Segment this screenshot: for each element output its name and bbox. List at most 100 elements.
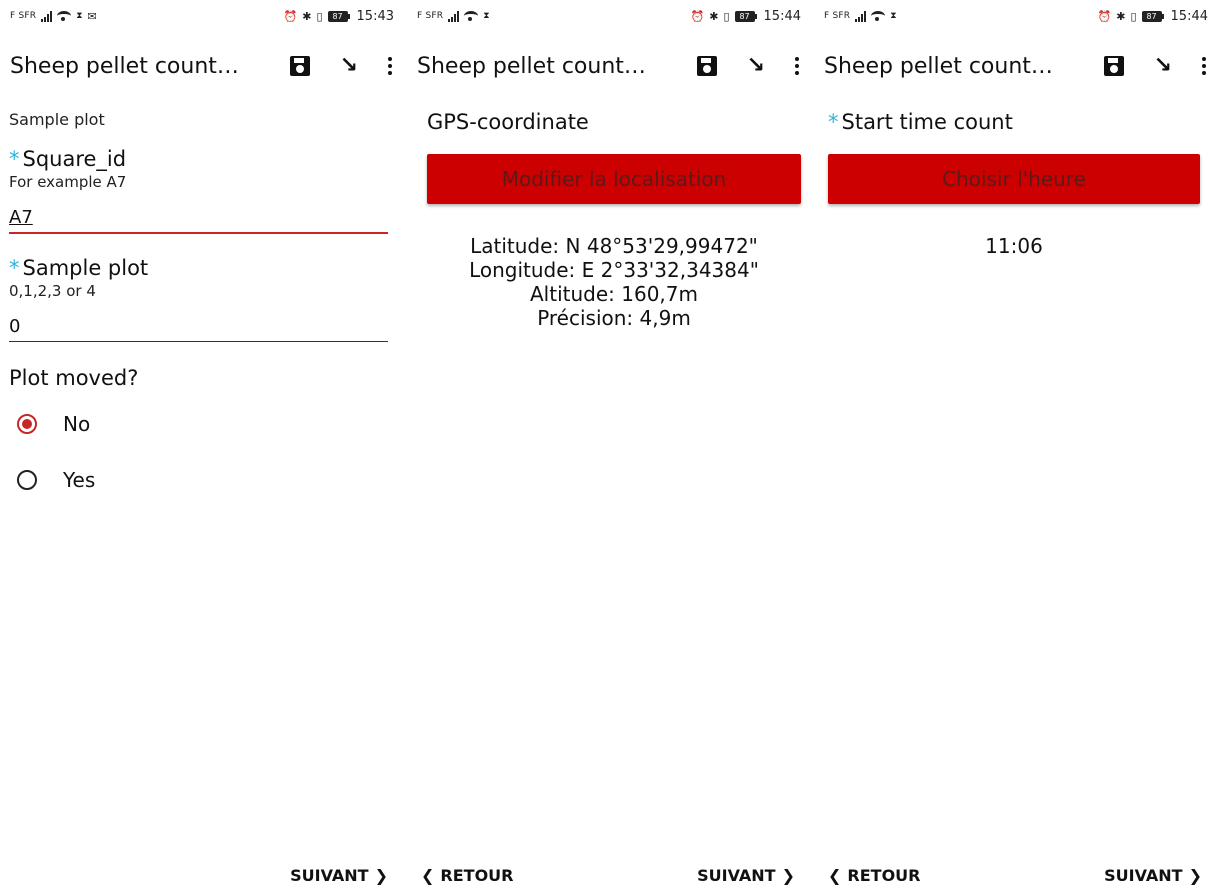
modify-location-button[interactable]: Modifier la localisation — [427, 154, 801, 204]
chevron-left-icon: ❮ — [828, 865, 842, 885]
app-bar: Sheep pellet count… ↘ — [407, 40, 813, 92]
radio-checked-icon[interactable] — [17, 414, 37, 434]
question-square-id: * Square_id For example A7 A7 — [9, 147, 388, 234]
question-sample-plot: * Sample plot 0,1,2,3 or 4 0 — [9, 256, 388, 342]
screens: F SFR ⧗ ✉ ⏰ ✱ ▯ 87 15:43 Sheep pellet co… — [0, 0, 1220, 888]
next-button[interactable]: SUIVANT ❯ — [290, 866, 388, 885]
alarm-icon: ⏰ — [690, 9, 705, 23]
bluetooth-icon: ✱ — [1116, 9, 1126, 23]
screen-sample-plot: F SFR ⧗ ✉ ⏰ ✱ ▯ 87 15:43 Sheep pellet co… — [0, 0, 406, 888]
back-button[interactable]: ❮ RETOUR — [828, 866, 920, 885]
back-button[interactable]: ❮ RETOUR — [421, 866, 513, 885]
signal-icon — [448, 10, 460, 22]
notification-icon: ✉ — [87, 9, 97, 23]
form-content: * Start time count Choisir l'heure 11:06 — [828, 110, 1200, 258]
status-time: 15:44 — [1170, 8, 1208, 24]
bottom-nav: ❮ RETOUR SUIVANT ❯ — [814, 862, 1220, 888]
more-options-icon[interactable] — [795, 57, 799, 75]
save-icon[interactable] — [1103, 56, 1124, 76]
next-button[interactable]: SUIVANT ❯ — [697, 866, 795, 885]
back-label: RETOUR — [440, 865, 514, 885]
form-content: GPS-coordinate Modifier la localisation … — [427, 110, 801, 330]
save-icon[interactable] — [696, 56, 717, 76]
jump-to-icon[interactable]: ↘ — [747, 55, 765, 77]
more-options-icon[interactable] — [388, 57, 392, 75]
status-bar: F SFR ⧗ ✉ ⏰ ✱ ▯ 87 15:43 — [0, 0, 406, 32]
battery-icon: 87 — [327, 10, 350, 22]
question-hint: For example A7 — [9, 173, 127, 191]
question-label: Sample plot — [22, 256, 149, 280]
app-title: Sheep pellet count… — [10, 53, 239, 79]
status-bar: F SFR ⧗ ⏰ ✱ ▯ 87 15:44 — [814, 0, 1220, 32]
radio-label: Yes — [63, 468, 96, 492]
precision-text: Précision: 4,9m — [537, 306, 691, 330]
screen-start-time: F SFR ⧗ ⏰ ✱ ▯ 87 15:44 Sheep pellet coun… — [814, 0, 1220, 888]
bottom-nav: ❮ RETOUR SUIVANT ❯ — [407, 862, 813, 888]
carrier-label: F SFR — [10, 11, 37, 21]
required-marker: * — [9, 256, 20, 280]
next-label: SUIVANT — [1104, 865, 1183, 885]
chevron-left-icon: ❮ — [421, 865, 435, 885]
question-label: Start time count — [841, 110, 1013, 134]
choose-time-button[interactable]: Choisir l'heure — [828, 154, 1200, 204]
longitude-text: Longitude: E 2°33'32,34384" — [469, 258, 759, 282]
radio-unchecked-icon[interactable] — [17, 470, 37, 490]
question-plot-moved: Plot moved? No Yes — [9, 366, 388, 508]
latitude-text: Latitude: N 48°53'29,99472" — [470, 234, 758, 258]
wifi-icon — [57, 11, 72, 21]
carrier-label: F SFR — [417, 11, 444, 21]
hourglass-icon: ⧗ — [483, 11, 490, 21]
app-bar: Sheep pellet count… ↘ — [0, 40, 406, 92]
status-bar: F SFR ⧗ ⏰ ✱ ▯ 87 15:44 — [407, 0, 813, 32]
alarm-icon: ⏰ — [1097, 9, 1112, 23]
vibrate-icon: ▯ — [1130, 9, 1137, 23]
app-title: Sheep pellet count… — [824, 53, 1053, 79]
hourglass-icon: ⧗ — [76, 11, 83, 21]
time-button-wrap: Choisir l'heure — [828, 154, 1200, 204]
next-label: SUIVANT — [290, 865, 369, 885]
signal-icon — [855, 10, 867, 22]
time-value: 11:06 — [985, 234, 1043, 258]
chevron-right-icon: ❯ — [781, 865, 795, 885]
wifi-icon — [464, 11, 479, 21]
alarm-icon: ⏰ — [283, 9, 298, 23]
next-button[interactable]: SUIVANT ❯ — [1104, 866, 1202, 885]
square-id-input[interactable]: A7 — [9, 201, 388, 234]
location-button-wrap: Modifier la localisation — [427, 154, 801, 204]
bottom-nav: SUIVANT ❯ — [0, 862, 406, 888]
battery-icon: 87 — [1141, 10, 1164, 22]
status-time: 15:43 — [356, 8, 394, 24]
altitude-text: Altitude: 160,7m — [530, 282, 698, 306]
group-label: Sample plot — [9, 110, 105, 129]
jump-to-icon[interactable]: ↘ — [340, 55, 358, 77]
status-time: 15:44 — [763, 8, 801, 24]
app-bar: Sheep pellet count… ↘ — [814, 40, 1220, 92]
radio-option-no[interactable]: No — [9, 396, 388, 452]
next-label: SUIVANT — [697, 865, 776, 885]
vibrate-icon: ▯ — [316, 9, 323, 23]
form-content: Sample plot * Square_id For example A7 A7… — [9, 110, 388, 508]
question-label: Square_id — [22, 147, 127, 171]
vibrate-icon: ▯ — [723, 9, 730, 23]
carrier-label: F SFR — [824, 11, 851, 21]
back-label: RETOUR — [847, 865, 921, 885]
app-title: Sheep pellet count… — [417, 53, 646, 79]
bluetooth-icon: ✱ — [302, 9, 312, 23]
radio-label: No — [63, 412, 91, 436]
hourglass-icon: ⧗ — [890, 11, 897, 21]
question-hint: 0,1,2,3 or 4 — [9, 282, 96, 300]
screen-gps: F SFR ⧗ ⏰ ✱ ▯ 87 15:44 Sheep pellet coun… — [407, 0, 813, 888]
signal-icon — [41, 10, 53, 22]
radio-option-yes[interactable]: Yes — [9, 452, 388, 508]
bluetooth-icon: ✱ — [709, 9, 719, 23]
jump-to-icon[interactable]: ↘ — [1154, 55, 1172, 77]
chevron-right-icon: ❯ — [374, 865, 388, 885]
save-icon[interactable] — [289, 56, 310, 76]
question-label: GPS-coordinate — [427, 110, 589, 134]
gps-readout: Latitude: N 48°53'29,99472" Longitude: E… — [427, 234, 801, 330]
sample-plot-input[interactable]: 0 — [9, 310, 388, 342]
chevron-right-icon: ❯ — [1188, 865, 1202, 885]
question-label: Plot moved? — [9, 366, 139, 390]
battery-icon: 87 — [734, 10, 757, 22]
more-options-icon[interactable] — [1202, 57, 1206, 75]
